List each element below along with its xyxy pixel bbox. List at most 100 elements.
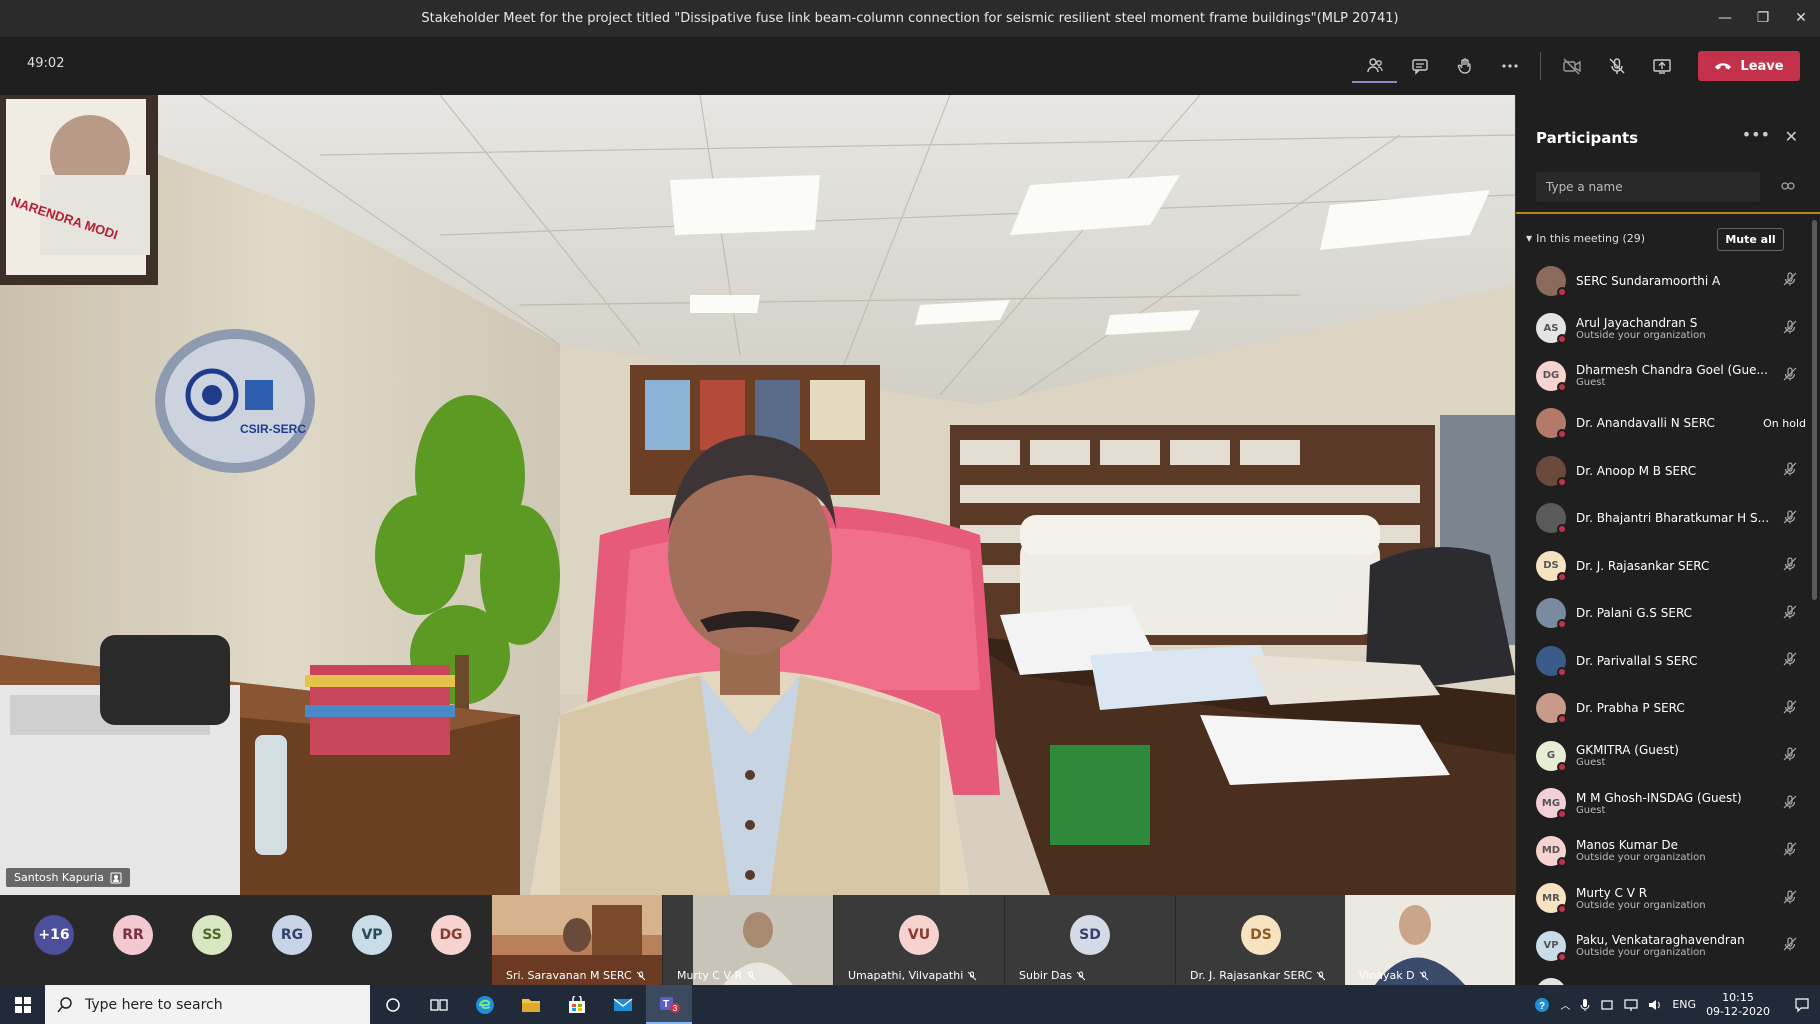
close-button[interactable]: ✕ [1782,0,1820,37]
participant-row[interactable]: Dr. Anandavalli N SERC On hold [1516,400,1806,448]
participant-row[interactable]: VP Paku, Venkataraghavendran Outside your … [1516,922,1806,970]
teams-icon: T3 [660,996,680,1013]
chevron-up-icon[interactable]: ︿ [1560,997,1570,1012]
overflow-participants-avatar[interactable]: +16 [34,915,74,955]
leave-button[interactable]: Leave [1698,51,1800,81]
participant-row[interactable]: MD Manos Kumar De Outside your organizatio… [1516,827,1806,875]
share-screen-button[interactable] [1639,49,1684,83]
mute-all-button[interactable]: Mute all [1717,228,1784,251]
main-video[interactable]: NARENDRA MODI CSIR-SERC Santosh Kapuria [0,95,1515,895]
volume-icon[interactable] [1648,998,1662,1012]
teams-badge: 3 [673,1004,678,1013]
avatar-tile[interactable]: SD Subir Das [1005,895,1175,985]
usb-device-icon[interactable] [1600,998,1614,1012]
participant-row[interactable]: AS Arul Jayachandran S Outside your organi… [1516,305,1806,353]
panel-scrollbar[interactable] [1812,220,1817,600]
panel-close-button[interactable]: ✕ [1785,127,1798,146]
mic-toggle-button[interactable] [1594,49,1639,83]
mic-off-icon[interactable] [1782,699,1798,715]
participant-row[interactable]: SERC Sundaramoorthi A [1516,257,1806,305]
mic-off-icon[interactable] [1782,841,1798,857]
participant-avatar[interactable]: RR [113,915,153,955]
participant-row[interactable]: Dr. Prabha P SERC [1516,685,1806,733]
presence-badge [1557,524,1567,535]
tile-label: Dr. J. Rajasankar SERC [1190,969,1326,982]
avatar-tile[interactable]: DS Dr. J. Rajasankar SERC [1176,895,1346,985]
participant-info: Dharmesh Chandra Goel (Gue... Guest [1576,363,1781,388]
video-tile[interactable]: Sri. Saravanan M SERC [492,895,662,985]
video-tile[interactable]: Vinayak D [1345,895,1515,985]
participant-name: Dr. Bhajantri Bharatkumar H S... [1576,511,1770,526]
panel-divider [1516,212,1820,214]
store-button[interactable] [554,985,600,1024]
network-icon[interactable] [1624,998,1638,1012]
raise-hand-button[interactable] [1442,49,1487,83]
mail-button[interactable] [600,985,646,1024]
participant-name: Dr. Prabha P SERC [1576,701,1685,716]
mic-off-icon[interactable] [1782,794,1798,810]
participant-row[interactable]: MG M M Ghosh-INSDAG (Guest) Guest [1516,780,1806,828]
show-participants-button[interactable] [1352,49,1397,83]
participant-row[interactable]: DS Dr. J. Rajasankar SERC [1516,542,1806,590]
tile-name: Sri. Saravanan M SERC [506,969,632,982]
participant-avatar: MR [1536,883,1567,915]
window-title: Stakeholder Meet for the project titled … [421,11,1399,26]
mic-off-icon[interactable] [1782,936,1798,952]
clock[interactable]: 10:15 09-12-2020 [1706,991,1770,1019]
video-tile[interactable]: Murty C V R [663,895,833,985]
participant-row[interactable]: Dr. Anoop M B SERC [1516,447,1806,495]
camera-toggle-button[interactable] [1549,49,1594,83]
file-explorer-button[interactable] [508,985,554,1024]
participant-row[interactable]: RAGHUNATH ROY (Guest) [1516,970,1806,985]
participant-avatar[interactable]: RG [272,915,312,955]
participant-row[interactable]: Dr. Palani G.S SERC [1516,590,1806,638]
mic-off-icon[interactable] [1782,366,1798,382]
teams-button[interactable]: T3 [646,985,692,1024]
mic-off-icon [1076,971,1086,980]
share-invite-icon[interactable] [1780,179,1796,193]
input-language[interactable]: ENG [1672,998,1696,1011]
mic-off-icon[interactable] [1782,604,1798,620]
start-button[interactable] [0,985,45,1024]
participant-subtitle: Outside your organization [1576,329,1706,341]
microphone-icon[interactable] [1580,998,1590,1012]
chat-button[interactable] [1397,49,1442,83]
participant-avatar[interactable]: VP [352,915,392,955]
mic-off-icon[interactable] [1782,461,1798,477]
notifications-icon[interactable] [1794,997,1810,1013]
tile-label: Subir Das [1019,969,1086,982]
tile-name: Murty C V R [677,969,743,982]
mic-off-icon[interactable] [1782,556,1798,572]
help-icon[interactable]: ? [1534,997,1550,1013]
in-meeting-section-toggle[interactable]: ▼ In this meeting (29) [1526,232,1645,245]
mic-off-icon[interactable] [1782,319,1798,335]
taskbar-search[interactable]: Type here to search [45,985,370,1024]
participant-row[interactable]: Dr. Bhajantri Bharatkumar H S... [1516,495,1806,543]
mic-off-icon[interactable] [1782,651,1798,667]
participant-search-input[interactable] [1536,172,1760,202]
mic-off-icon[interactable] [1782,509,1798,525]
mic-off-icon[interactable] [1782,889,1798,905]
participant-row[interactable]: MR Murty C V R Outside your organization [1516,875,1806,923]
participant-avatar[interactable]: SS [192,915,232,955]
mic-off-icon[interactable] [1782,271,1798,287]
mic-off-icon[interactable] [1782,746,1798,762]
restore-button[interactable]: ❐ [1744,0,1782,37]
task-view-button[interactable] [416,985,462,1024]
phone-hangup-icon [1715,63,1732,70]
minimize-button[interactable]: — [1706,0,1744,37]
avatar-tile[interactable]: VU Umapathi, Vilvapathi [834,895,1004,985]
mail-icon [613,997,633,1011]
panel-more-options[interactable]: ••• [1742,125,1770,144]
system-tray: ? ︿ ENG 10:15 09-12-2020 [1534,985,1820,1024]
more-actions-button[interactable] [1487,49,1532,83]
edge-button[interactable] [462,985,508,1024]
participant-avatar[interactable]: DG [431,915,471,955]
participant-row[interactable]: G GKMITRA (Guest) Guest [1516,732,1806,780]
presence-badge [1557,476,1567,487]
avatar-initials: DG [1542,370,1560,382]
cortana-button[interactable] [370,985,416,1024]
participant-row[interactable]: Dr. Parivallal S SERC [1516,637,1806,685]
tile-label: Murty C V R [677,969,756,982]
participant-row[interactable]: DG Dharmesh Chandra Goel (Gue... Guest [1516,352,1806,400]
